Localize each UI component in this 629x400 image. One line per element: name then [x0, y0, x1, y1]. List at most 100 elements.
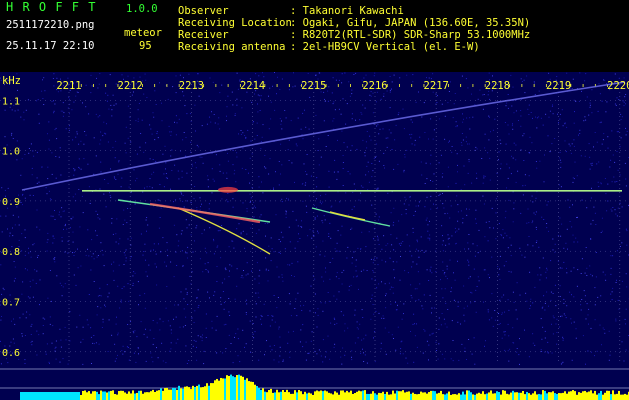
x-tick-label: 2214	[240, 80, 265, 92]
histogram-bar	[376, 394, 378, 400]
histogram-bar	[520, 392, 522, 400]
histogram-bar	[138, 390, 140, 400]
histogram-bar	[576, 394, 578, 400]
histogram-bar	[420, 391, 422, 400]
histogram-bar	[296, 392, 298, 400]
histogram-bar	[566, 393, 568, 400]
histogram-bar	[470, 392, 472, 400]
histogram-bar	[488, 392, 490, 400]
histogram-bar	[462, 391, 464, 400]
histogram-bar	[196, 385, 198, 400]
histogram-bar	[308, 392, 310, 400]
histogram-bar	[188, 387, 190, 400]
histogram-bar	[406, 391, 408, 400]
histogram-bar	[346, 390, 348, 400]
histogram-bar	[624, 393, 626, 400]
histogram-bar	[166, 387, 168, 400]
histogram-bar	[180, 388, 182, 400]
y-tick-label: 0.6	[2, 348, 20, 359]
histogram-bar	[326, 391, 328, 400]
histogram-bar	[564, 391, 566, 400]
histogram-bar	[160, 388, 162, 400]
histogram-bar	[372, 391, 374, 400]
histogram-bar	[590, 390, 592, 400]
histogram-bar	[178, 385, 180, 400]
histogram-bar	[212, 383, 214, 400]
histogram-bar	[130, 393, 132, 400]
histogram-bar	[476, 393, 478, 400]
histogram-bar	[518, 392, 520, 400]
histogram-bar	[164, 387, 166, 400]
histogram-bar	[314, 391, 316, 400]
histogram-bar	[434, 391, 436, 400]
histogram-bar	[556, 393, 558, 400]
histogram-bar	[504, 390, 506, 400]
histogram-bar	[352, 394, 354, 400]
histogram-bar	[312, 394, 314, 400]
histogram-bar	[612, 390, 614, 400]
histogram-bar	[586, 392, 588, 400]
histogram-bar	[514, 392, 516, 400]
histogram-bar	[204, 386, 206, 400]
histogram-bar	[516, 392, 518, 400]
histogram-bar	[152, 389, 154, 400]
histogram-bar	[214, 380, 216, 400]
histogram-bar	[606, 390, 608, 400]
histogram-bar	[542, 390, 544, 400]
histogram-bar	[360, 391, 362, 400]
histogram-bar	[572, 390, 574, 400]
histogram-bar	[290, 393, 292, 400]
histogram-bar	[118, 391, 120, 400]
histogram-bar	[464, 394, 466, 400]
histogram-bar	[620, 394, 622, 400]
header-panel: H R O F F T 1.0.0 2511172210.png meteor …	[0, 0, 629, 72]
histogram-base	[20, 392, 80, 400]
histogram-bar	[230, 374, 232, 400]
histogram-bar	[330, 393, 332, 400]
histogram-bar	[388, 394, 390, 400]
histogram-bar	[338, 394, 340, 400]
histogram-bar	[228, 375, 230, 400]
histogram-bar	[156, 390, 158, 400]
histogram-bar	[256, 385, 258, 400]
histogram-bar	[88, 391, 90, 400]
histogram-bar	[358, 390, 360, 400]
histogram-bar	[86, 392, 88, 400]
histogram-bar	[208, 385, 210, 400]
histogram-bar	[368, 393, 370, 400]
histogram-bar	[262, 388, 264, 400]
histogram-bar	[454, 394, 456, 400]
histogram-bar	[254, 384, 256, 400]
histogram-bar	[570, 391, 572, 400]
histogram-bar	[416, 394, 418, 400]
histogram-bar	[500, 394, 502, 400]
histogram-bar	[382, 391, 384, 400]
histogram-bar	[216, 378, 218, 400]
histogram-bar	[224, 378, 226, 400]
histogram-bar	[492, 393, 494, 400]
histogram-bar	[486, 393, 488, 400]
histogram-bar	[444, 394, 446, 400]
histogram-bar	[104, 391, 106, 400]
histogram-bar	[94, 391, 96, 400]
histogram-bar	[286, 389, 288, 400]
histogram-bar	[82, 390, 84, 400]
histogram-bar	[362, 390, 364, 400]
histogram-bar	[598, 393, 600, 400]
histogram-bar	[148, 392, 150, 400]
y-axis-label: kHz	[2, 75, 21, 87]
x-tick-label: 2216	[362, 80, 387, 92]
histogram-bar	[432, 390, 434, 400]
histogram-bar	[380, 393, 382, 400]
histogram-bar	[246, 378, 248, 400]
histogram-bar	[478, 392, 480, 400]
location-value: : Ogaki, Gifu, JAPAN (136.60E, 35.35N)	[290, 17, 531, 29]
histogram-bar	[250, 381, 252, 400]
histogram-bar	[592, 393, 594, 400]
antenna-value: : 2el-HB9CV Vertical (el. E-W)	[290, 41, 480, 53]
histogram-bar	[328, 392, 330, 400]
histogram-bar	[244, 379, 246, 400]
x-tick-label: 2218	[485, 80, 510, 92]
histogram-bar	[544, 390, 546, 400]
histogram-bar	[502, 390, 504, 400]
